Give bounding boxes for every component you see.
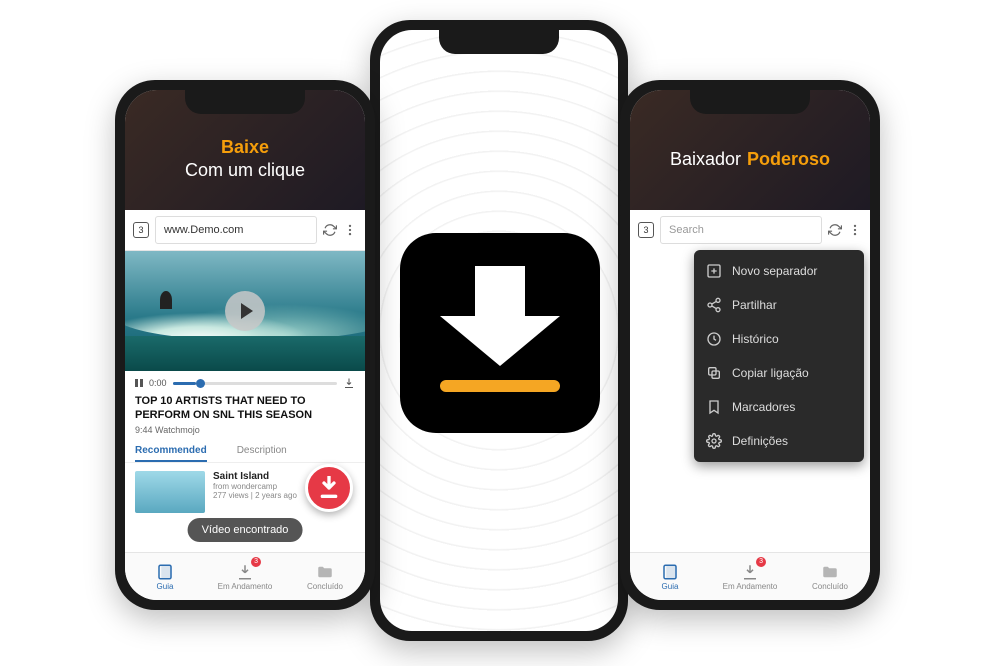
plus-square-icon — [706, 263, 722, 279]
bottom-nav: Guia 3 Em Andamento Concluído — [125, 552, 365, 600]
play-icon — [241, 303, 253, 319]
nav-em-andamento[interactable]: 3 Em Andamento — [205, 553, 285, 600]
guide-icon — [156, 563, 174, 581]
phone-right: Baixador Poderoso 3 Search Novo separado… — [620, 80, 880, 610]
overflow-menu: Novo separador Partilhar Histórico Copia… — [694, 250, 864, 462]
nav-concluido[interactable]: Concluído — [285, 553, 365, 600]
nav-badge: 3 — [756, 557, 766, 567]
app-logo — [400, 233, 600, 433]
menu-share[interactable]: Partilhar — [694, 288, 864, 322]
pause-icon[interactable] — [135, 379, 143, 387]
tab-recommended[interactable]: Recommended — [135, 441, 207, 462]
hero-title-line2: Com um clique — [185, 160, 305, 181]
menu-new-tab[interactable]: Novo separador — [694, 254, 864, 288]
more-menu-icon[interactable] — [848, 223, 862, 237]
bottom-nav-right: Guia 3 Em Andamento Concluído — [630, 552, 870, 600]
bookmark-icon — [706, 399, 722, 415]
history-icon — [706, 331, 722, 347]
refresh-icon[interactable] — [323, 223, 337, 237]
video-title: TOP 10 ARTISTS THAT NEED TO PERFORM ON S… — [125, 395, 365, 423]
recommended-by: from wondercamp — [213, 482, 297, 491]
tab-description[interactable]: Description — [237, 441, 287, 462]
nav-guia[interactable]: Guia — [125, 553, 205, 600]
menu-copy-link[interactable]: Copiar ligação — [694, 356, 864, 390]
nav-guia[interactable]: Guia — [630, 553, 710, 600]
download-underline — [440, 380, 560, 392]
video-meta: 9:44 Watchmojo — [125, 423, 365, 441]
showcase-stage: Baixe Com um clique 3 www.Demo.com 0:00 — [0, 0, 1000, 666]
download-icon — [319, 476, 339, 500]
play-button[interactable] — [225, 291, 265, 331]
video-progress-row: 0:00 — [125, 371, 365, 395]
hero-word-2: Poderoso — [747, 149, 830, 170]
nav-concluido[interactable]: Concluído — [790, 553, 870, 600]
share-icon — [706, 297, 722, 313]
search-input[interactable]: Search — [660, 216, 822, 244]
menu-settings[interactable]: Definições — [694, 424, 864, 458]
guide-icon — [661, 563, 679, 581]
folder-icon — [821, 563, 839, 581]
gear-icon — [706, 433, 722, 449]
tab-count-button[interactable]: 3 — [133, 222, 149, 238]
recommended-title: Saint Island — [213, 471, 297, 482]
tab-count-button[interactable]: 3 — [638, 222, 654, 238]
progress-time: 0:00 — [149, 378, 167, 388]
video-tabs: Recommended Description — [125, 441, 365, 463]
refresh-icon[interactable] — [828, 223, 842, 237]
phone-left: Baixe Com um clique 3 www.Demo.com 0:00 — [115, 80, 375, 610]
hero-word-1: Baixador — [670, 149, 741, 170]
nav-em-andamento[interactable]: 3 Em Andamento — [710, 553, 790, 600]
hero-title-line1: Baixe — [221, 137, 269, 158]
toast-video-found: Vídeo encontrado — [188, 518, 303, 542]
nav-badge: 3 — [251, 557, 261, 567]
progress-track[interactable] — [173, 382, 337, 385]
url-bar: 3 www.Demo.com — [125, 210, 365, 251]
download-fab[interactable] — [305, 464, 353, 512]
recommended-thumbnail — [135, 471, 205, 513]
video-thumbnail[interactable] — [125, 251, 365, 371]
url-input[interactable]: www.Demo.com — [155, 216, 317, 244]
recommended-meta: 277 views | 2 years ago — [213, 491, 297, 500]
menu-history[interactable]: Histórico — [694, 322, 864, 356]
download-arrow-icon — [440, 266, 560, 376]
copy-icon — [706, 365, 722, 381]
more-menu-icon[interactable] — [343, 223, 357, 237]
download-mini-icon[interactable] — [343, 377, 355, 389]
folder-icon — [316, 563, 334, 581]
menu-bookmarks[interactable]: Marcadores — [694, 390, 864, 424]
